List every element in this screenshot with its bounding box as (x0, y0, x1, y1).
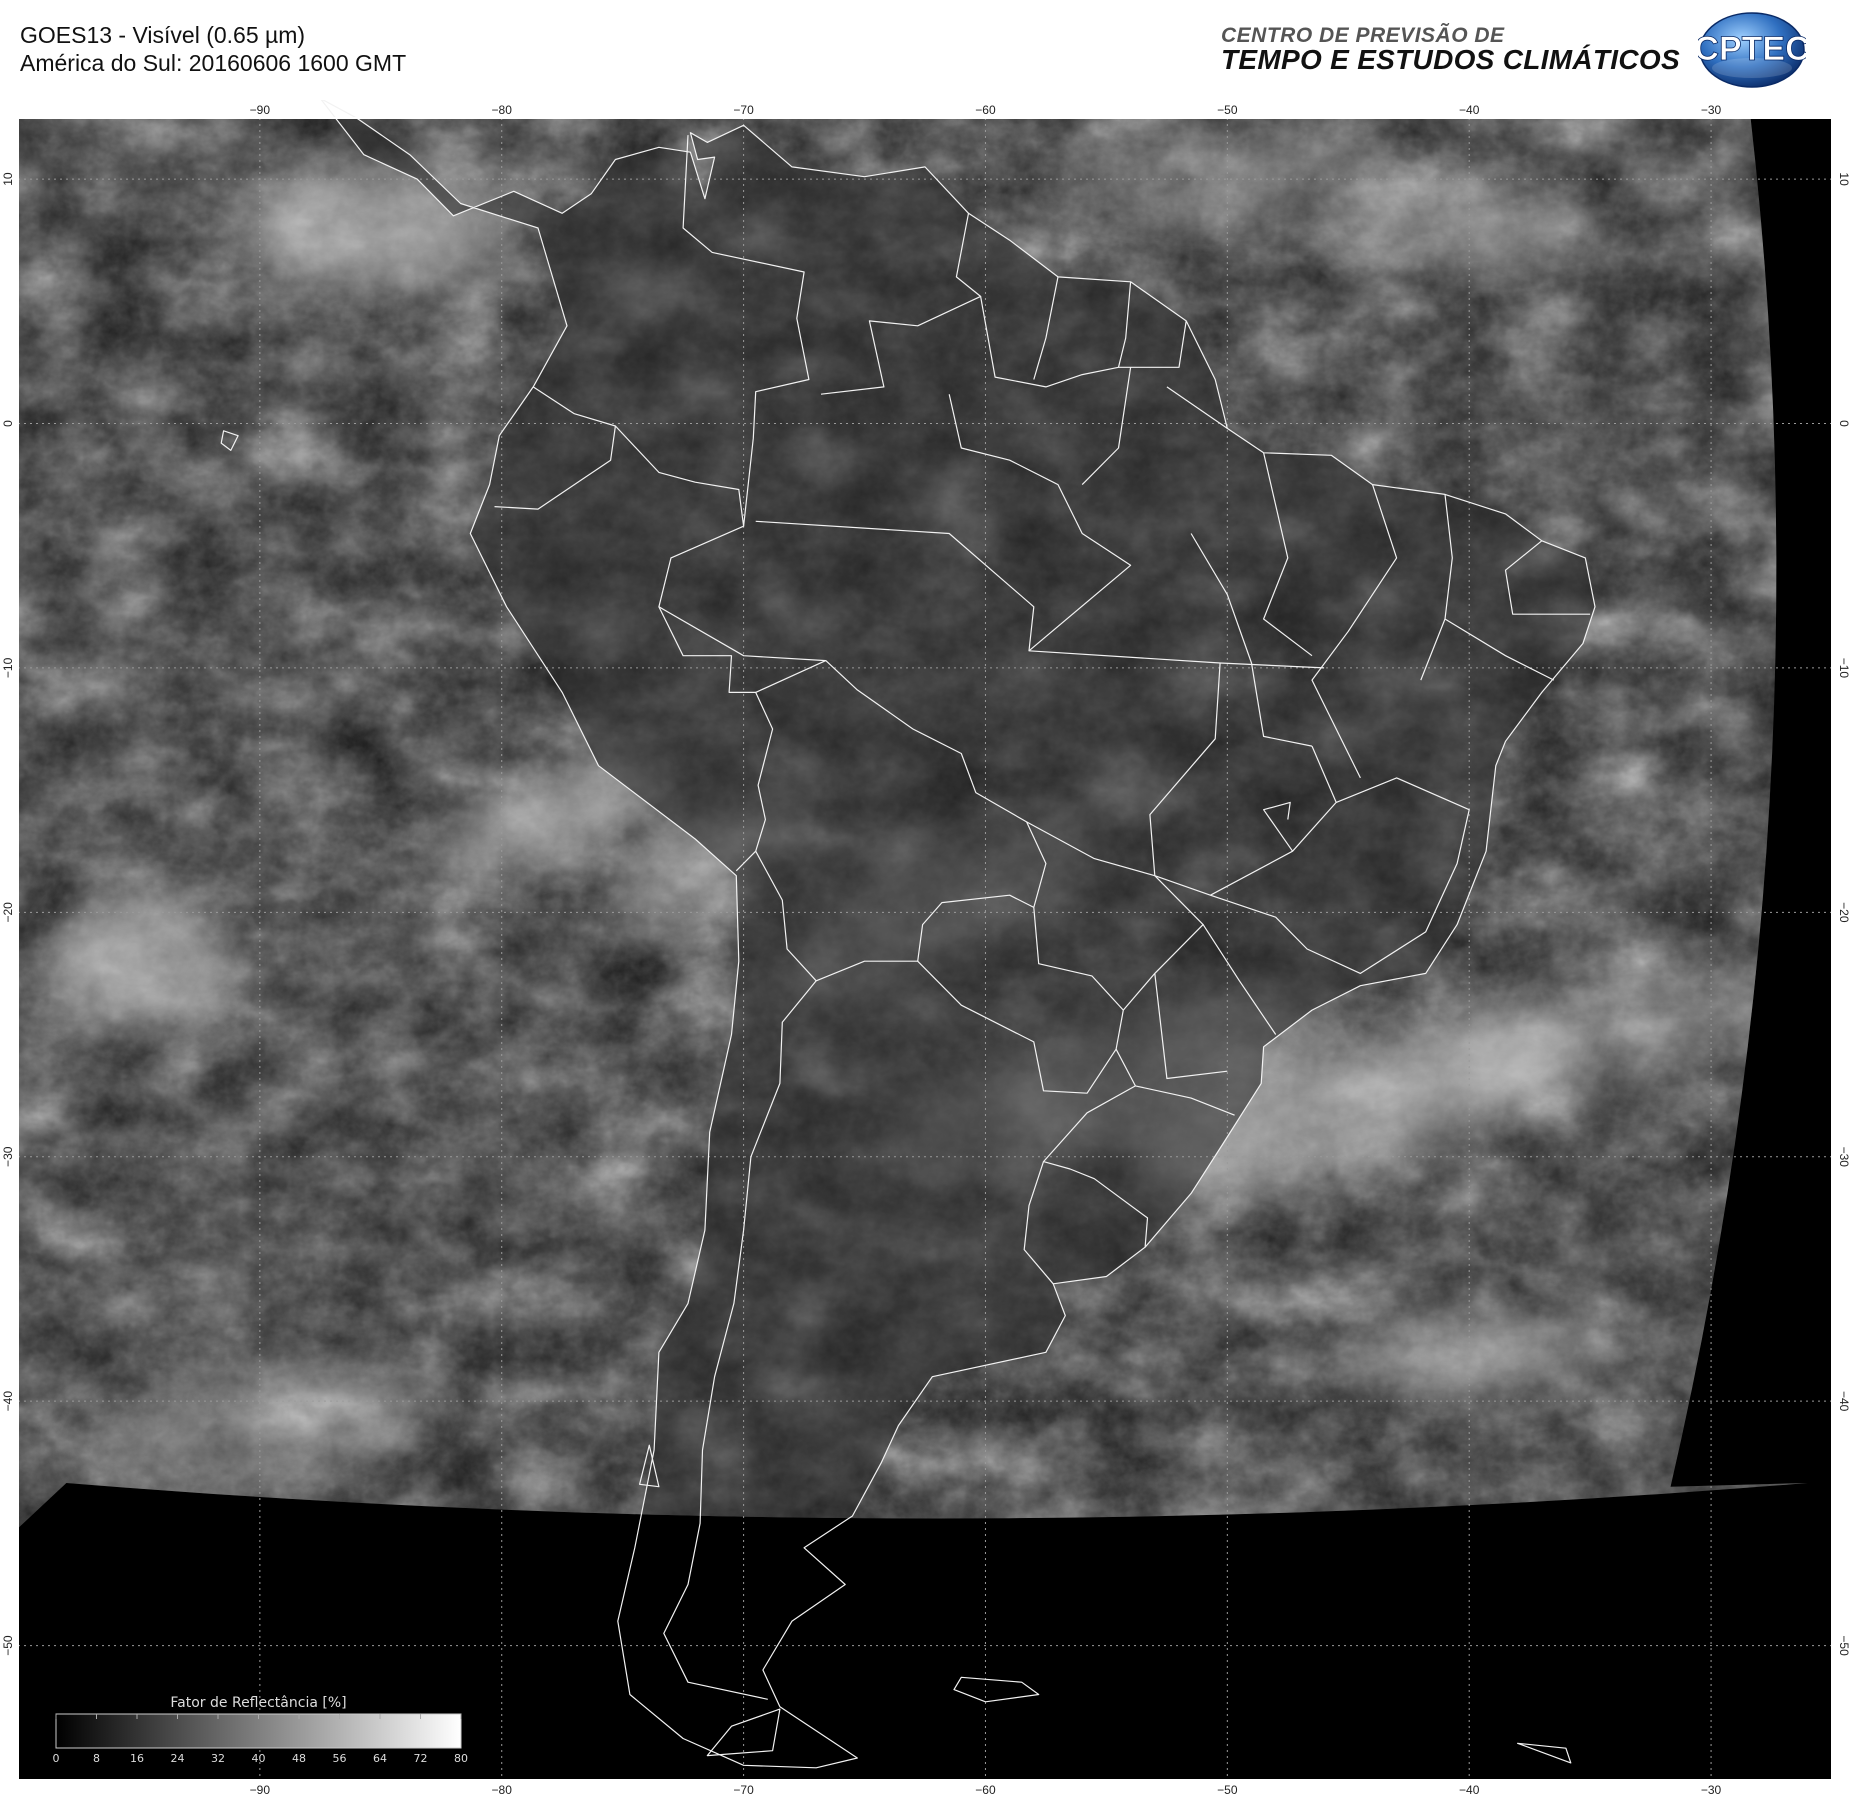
lon-tick-label-top: −30 (1701, 103, 1722, 117)
lat-tick-label-left: 10 (1, 172, 15, 186)
colorbar-tick-label: 32 (211, 1752, 225, 1765)
lat-tick-label-left: −20 (1, 902, 15, 923)
lon-tick-label-top: −50 (1217, 103, 1238, 117)
satellite-map: −90 −90 −80 −80 −70 −70 −60 −60 −50 −50 −40 −40 −30 −… (0, 100, 1850, 1800)
logo-text: CPTEC (1698, 30, 1806, 68)
lon-tick-label-bottom: −50 (1217, 1783, 1238, 1797)
header: GOES13 - Visível (0.65 µm) América do Su… (0, 0, 1850, 100)
lat-tick-label-right: 10 (1837, 172, 1850, 186)
colorbar-tick-label: 72 (414, 1752, 428, 1765)
lon-tick-label-top: −40 (1459, 103, 1480, 117)
colorbar-tick-label: 48 (292, 1752, 306, 1765)
lon-tick-label-bottom: −70 (733, 1783, 754, 1797)
lon-tick-label-top: −70 (733, 103, 754, 117)
colorbar-tick-label: 8 (93, 1752, 100, 1765)
colorbar-tick-label: 24 (171, 1752, 185, 1765)
lat-tick-label-left: 0 (1, 420, 15, 427)
lon-tick-label-bottom: −30 (1701, 1783, 1722, 1797)
cloud-band (240, 167, 521, 288)
colorbar-tick-label: 80 (454, 1752, 468, 1765)
org-name-line2: TEMPO E ESTUDOS CLIMÁTICOS (1221, 44, 1680, 75)
map-canvas: −90 −90 −80 −80 −70 −70 −60 −60 −50 −50 −40 −40 −30 −… (1, 100, 1850, 1797)
colorbar-tick-label: 0 (53, 1752, 60, 1765)
lon-tick-label-top: −90 (250, 103, 271, 117)
colorbar-title: Fator de Reflectância [%] (170, 1695, 346, 1711)
lat-tick-label-right: −30 (1837, 1147, 1850, 1168)
lat-tick-label-right: −20 (1837, 902, 1850, 923)
lat-tick-label-left: −50 (1, 1635, 15, 1656)
product-title: GOES13 - Visível (0.65 µm) (20, 22, 306, 48)
lon-tick-label-bottom: −40 (1459, 1783, 1480, 1797)
colorbar-tick-label: 40 (252, 1752, 266, 1765)
lat-tick-label-right: −10 (1837, 658, 1850, 679)
cptec-logo-icon: CPTEC (1698, 12, 1806, 88)
lon-tick-label-bottom: −60 (975, 1783, 996, 1797)
lat-tick-label-left: −40 (1, 1391, 15, 1412)
lat-tick-label-right: −50 (1837, 1635, 1850, 1656)
lat-tick-label-left: −10 (1, 657, 15, 678)
colorbar-tick-label: 16 (130, 1752, 144, 1765)
lon-tick-label-bottom: −90 (250, 1783, 271, 1797)
lon-tick-label-top: −60 (975, 103, 996, 117)
region-datetime: América do Sul: 20160606 1600 GMT (20, 50, 407, 76)
lon-tick-label-top: −80 (492, 103, 513, 117)
colorbar-tick-label: 56 (333, 1752, 347, 1765)
lat-tick-label-left: −30 (1, 1146, 15, 1167)
lat-tick-label-right: −40 (1837, 1391, 1850, 1412)
lon-tick-label-bottom: −80 (492, 1783, 513, 1797)
colorbar-tick-label: 64 (373, 1752, 387, 1765)
colorbar-gradient (55, 1713, 462, 1749)
lat-tick-label-right: 0 (1837, 420, 1850, 427)
